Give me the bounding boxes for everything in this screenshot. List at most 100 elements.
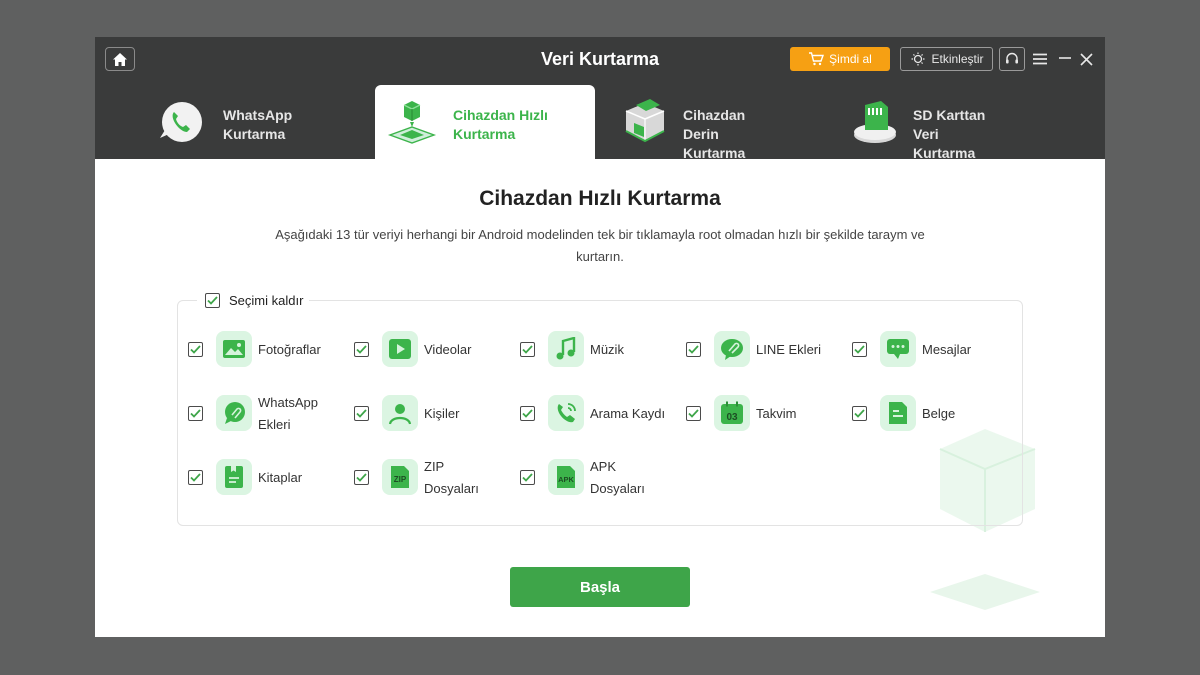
call-log-checkbox[interactable]	[520, 406, 535, 421]
headset-icon	[1006, 52, 1018, 64]
start-button[interactable]: Başla	[510, 567, 690, 607]
calendar-icon: 03	[714, 395, 750, 431]
app-window: Veri Kurtarma Şimdi al Etkinleştir Whats…	[95, 37, 1105, 637]
call-log-label: Arama Kaydı	[590, 406, 666, 421]
check-icon	[688, 345, 699, 354]
data-type-apk-files[interactable]: APK APK Dosyaları	[520, 453, 686, 503]
close-button[interactable]	[1076, 49, 1096, 69]
data-type-whatsapp-attachments[interactable]: WhatsApp Ekleri	[188, 389, 354, 439]
zip-files-label: ZIP Dosyaları	[424, 459, 479, 496]
check-icon	[522, 409, 533, 418]
data-type-music[interactable]: Müzik	[520, 325, 686, 375]
page-title: Cihazdan Hızlı Kurtarma	[479, 187, 721, 210]
video-icon	[382, 331, 418, 367]
whatsapp-attachment-icon	[216, 395, 252, 431]
title-bar: Veri Kurtarma Şimdi al Etkinleştir	[95, 37, 1105, 82]
tab-deep-recovery-label: Cihazdan Derin Kurtarma	[683, 107, 746, 161]
whatsapp-phone-icon	[160, 102, 202, 142]
videos-checkbox[interactable]	[354, 342, 369, 357]
menu-button[interactable]	[1030, 49, 1050, 69]
data-type-call-log[interactable]: Arama Kaydı	[520, 389, 686, 439]
apk-icon-text: APK	[558, 475, 574, 484]
activate-button[interactable]: Etkinleştir	[900, 47, 993, 71]
check-icon	[854, 345, 865, 354]
data-type-documents[interactable]: Belge	[852, 389, 1018, 439]
check-icon	[190, 473, 201, 482]
data-type-books[interactable]: Kitaplar	[188, 453, 354, 503]
sd-card-icon	[854, 101, 896, 143]
calendar-label: Takvim	[756, 406, 797, 421]
tab-deep-recovery[interactable]: Cihazdan Derin Kurtarma	[560, 85, 780, 161]
check-icon	[854, 409, 865, 418]
deselect-all-toggle[interactable]: Seçimi kaldır	[197, 290, 310, 310]
check-icon	[356, 473, 367, 482]
messages-label: Mesajlar	[922, 342, 972, 357]
deselect-all-checkbox[interactable]	[205, 292, 220, 308]
tab-whatsapp-recovery-label: WhatsApp Kurtarma	[223, 107, 293, 142]
contacts-checkbox[interactable]	[354, 406, 369, 421]
photos-checkbox[interactable]	[188, 342, 203, 357]
line-attachments-label: LINE Ekleri	[756, 342, 822, 357]
zip-icon: ZIP	[382, 459, 418, 495]
messages-checkbox[interactable]	[852, 342, 867, 357]
buy-now-button[interactable]: Şimdi al	[790, 47, 890, 71]
deselect-all-label: Seçimi kaldır	[229, 292, 304, 308]
check-icon	[356, 409, 367, 418]
data-type-line-attachments[interactable]: LINE Ekleri	[686, 325, 852, 375]
check-icon	[688, 409, 699, 418]
minimize-icon	[1059, 57, 1071, 59]
data-type-photos[interactable]: Fotoğraflar	[188, 325, 354, 375]
close-icon	[1079, 52, 1093, 66]
books-checkbox[interactable]	[188, 470, 203, 485]
tab-whatsapp-recovery[interactable]: WhatsApp Kurtarma	[95, 85, 315, 159]
buy-now-label: Şimdi al	[829, 52, 872, 66]
apk-files-label: APK Dosyaları	[590, 459, 645, 496]
photo-icon	[216, 331, 252, 367]
quick-recovery-icon	[387, 101, 437, 144]
data-type-zip-files[interactable]: ZIP ZIP Dosyaları	[354, 453, 520, 503]
check-icon	[190, 409, 201, 418]
music-icon	[548, 331, 584, 367]
documents-checkbox[interactable]	[852, 406, 867, 421]
book-icon	[216, 459, 252, 495]
data-type-contacts[interactable]: Kişiler	[354, 389, 520, 439]
calendar-checkbox[interactable]	[686, 406, 701, 421]
tab-sd-card-recovery[interactable]: SD Karttan Veri Kurtarma	[790, 85, 1010, 161]
line-attachment-icon	[714, 331, 750, 367]
page-description: Aşağıdaki 13 tür veriyi herhangi bir And…	[275, 227, 925, 264]
check-icon	[356, 345, 367, 354]
document-icon	[880, 395, 916, 431]
calendar-day-text: 03	[726, 412, 738, 423]
message-icon	[880, 331, 916, 367]
apk-icon: APK	[548, 459, 584, 495]
data-type-calendar[interactable]: 03 Takvim	[686, 389, 852, 439]
cart-icon	[809, 52, 825, 66]
whatsapp-attachments-checkbox[interactable]	[188, 406, 203, 421]
contacts-label: Kişiler	[424, 406, 460, 421]
support-button[interactable]	[999, 47, 1025, 71]
activate-label: Etkinleştir	[931, 52, 984, 66]
documents-label: Belge	[922, 406, 956, 421]
line-attachments-checkbox[interactable]	[686, 342, 701, 357]
check-icon	[190, 345, 201, 354]
menu-icon	[1033, 53, 1047, 65]
check-icon	[207, 295, 218, 305]
data-type-videos[interactable]: Videolar	[354, 325, 520, 375]
music-checkbox[interactable]	[520, 342, 535, 357]
videos-label: Videolar	[424, 342, 472, 357]
books-label: Kitaplar	[258, 470, 303, 485]
contact-icon	[382, 395, 418, 431]
key-icon	[911, 52, 925, 66]
music-label: Müzik	[590, 342, 624, 357]
mode-tabs: WhatsApp Kurtarma Cihazdan Hızlı Kurtarm…	[95, 82, 1105, 161]
zip-files-checkbox[interactable]	[354, 470, 369, 485]
data-type-messages[interactable]: Mesajlar	[852, 325, 1018, 375]
photos-label: Fotoğraflar	[258, 342, 321, 357]
tab-quick-recovery-label: Cihazdan Hızlı Kurtarma	[453, 107, 548, 142]
minimize-button[interactable]	[1055, 49, 1075, 69]
tab-sd-card-recovery-label: SD Karttan Veri Kurtarma	[913, 107, 986, 161]
apk-files-checkbox[interactable]	[520, 470, 535, 485]
content-area: Cihazdan Hızlı Kurtarma Aşağıdaki 13 tür…	[95, 159, 1105, 637]
zip-icon-text: ZIP	[394, 475, 407, 484]
call-log-icon	[548, 395, 584, 431]
